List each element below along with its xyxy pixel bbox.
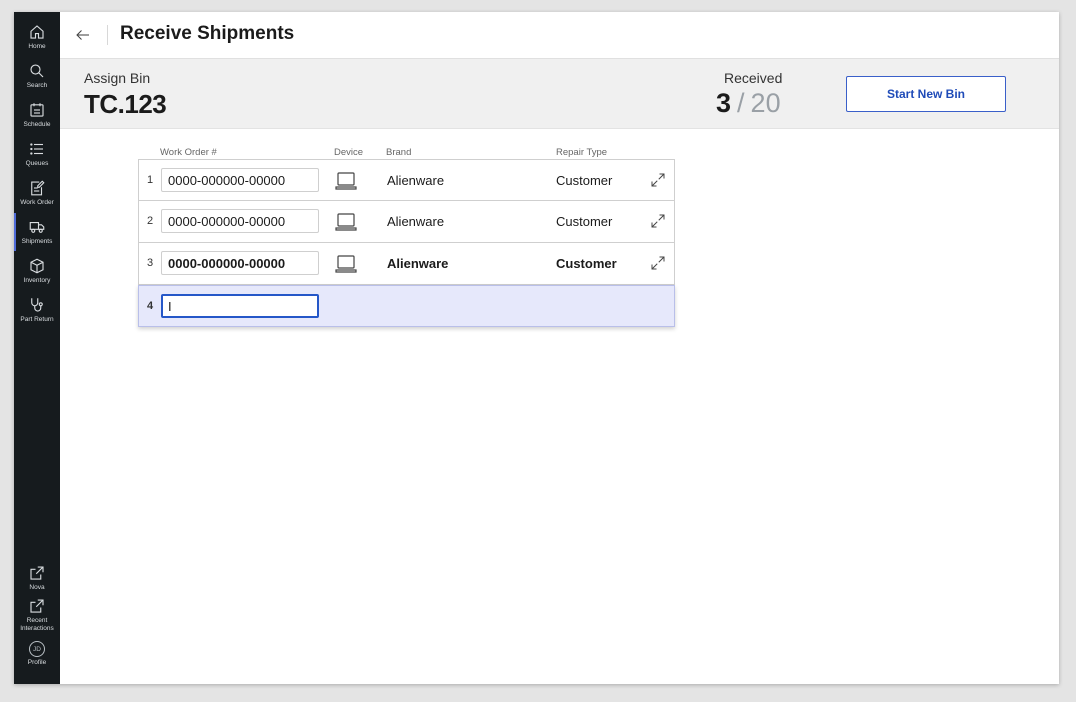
external-link-icon xyxy=(30,566,44,580)
row-index: 2 xyxy=(147,215,154,227)
brand-cell: Alienware xyxy=(387,173,445,188)
work-order-input[interactable]: 0000-000000-00000 xyxy=(161,251,319,275)
sidebar-item-inventory[interactable]: Inventory xyxy=(14,252,60,290)
avatar: JD xyxy=(29,641,45,657)
row-index: 1 xyxy=(147,174,154,186)
app-window: Home Search Schedule Queues Work Order S… xyxy=(14,12,1059,684)
received-total: 20 xyxy=(750,88,781,118)
bin-code: TC.123 xyxy=(84,89,167,119)
truck-icon xyxy=(29,221,45,233)
laptop-icon xyxy=(335,255,357,273)
received-count-value: 3 xyxy=(716,88,732,118)
calendar-icon xyxy=(30,103,44,117)
column-header-work-order: Work Order # xyxy=(160,147,217,158)
column-header-repair-type: Repair Type xyxy=(556,147,608,158)
arrow-left-icon xyxy=(76,30,89,40)
sidebar-item-queues[interactable]: Queues xyxy=(14,135,60,173)
row-index: 3 xyxy=(147,257,154,269)
laptop-icon xyxy=(335,172,357,190)
shipment-table: 1 0000-000000-00000 Alienware Customer 2… xyxy=(138,159,675,327)
page-title: Receive Shipments xyxy=(120,23,295,44)
laptop-icon xyxy=(335,213,357,231)
work-order-input-active[interactable]: I xyxy=(161,294,319,318)
bin-header: Assign Bin TC.123 Received 3/20 Start Ne… xyxy=(60,59,1059,129)
received-count: 3/20 xyxy=(716,88,781,119)
repair-type-cell: Customer xyxy=(556,256,617,271)
sidebar-item-schedule[interactable]: Schedule xyxy=(14,96,60,134)
expand-icon[interactable] xyxy=(649,254,667,272)
work-order-input[interactable]: 0000-000000-00000 xyxy=(161,209,319,233)
sidebar-item-shipments[interactable]: Shipments xyxy=(14,213,60,251)
sidebar-item-home[interactable]: Home xyxy=(14,18,60,56)
row-index: 4 xyxy=(147,300,154,312)
table-row[interactable]: 3 0000-000000-00000 Alienware Customer xyxy=(138,243,675,285)
sidebar-item-search[interactable]: Search xyxy=(14,57,60,95)
sidebar-item-part-return[interactable]: Part Return xyxy=(14,291,60,329)
box-icon xyxy=(30,258,44,274)
sidebar-item-work-order[interactable]: Work Order xyxy=(14,174,60,212)
divider xyxy=(107,25,108,45)
brand-cell: Alienware xyxy=(387,256,449,271)
clipboard-edit-icon xyxy=(31,180,45,196)
expand-icon[interactable] xyxy=(649,212,667,230)
sidebar-item-profile[interactable]: JD Profile xyxy=(14,636,60,674)
column-header-brand: Brand xyxy=(386,147,412,158)
expand-icon[interactable] xyxy=(649,171,667,189)
search-icon xyxy=(30,64,44,78)
table-row[interactable]: 1 0000-000000-00000 Alienware Customer xyxy=(138,159,675,201)
top-bar: Receive Shipments xyxy=(60,12,1059,59)
table-row-active[interactable]: 4 I xyxy=(138,285,675,327)
sidebar-item-recent-interactions[interactable]: Recent Interactions xyxy=(14,592,60,634)
repair-type-cell: Customer xyxy=(556,214,613,229)
received-label: Received xyxy=(724,70,783,86)
repair-type-cell: Customer xyxy=(556,173,613,188)
back-button[interactable] xyxy=(74,24,96,46)
home-icon xyxy=(30,25,44,39)
table-row[interactable]: 2 0000-000000-00000 Alienware Customer xyxy=(138,201,675,243)
external-link-icon xyxy=(30,599,44,613)
list-icon xyxy=(30,143,43,155)
received-separator: / xyxy=(737,88,745,118)
assign-bin-label: Assign Bin xyxy=(84,70,151,86)
sidebar: Home Search Schedule Queues Work Order S… xyxy=(14,12,60,684)
stethoscope-icon xyxy=(31,298,43,312)
work-order-input[interactable]: 0000-000000-00000 xyxy=(161,168,319,192)
brand-cell: Alienware xyxy=(387,214,445,229)
column-header-device: Device xyxy=(334,147,364,158)
start-new-bin-button[interactable]: Start New Bin xyxy=(846,76,1006,112)
